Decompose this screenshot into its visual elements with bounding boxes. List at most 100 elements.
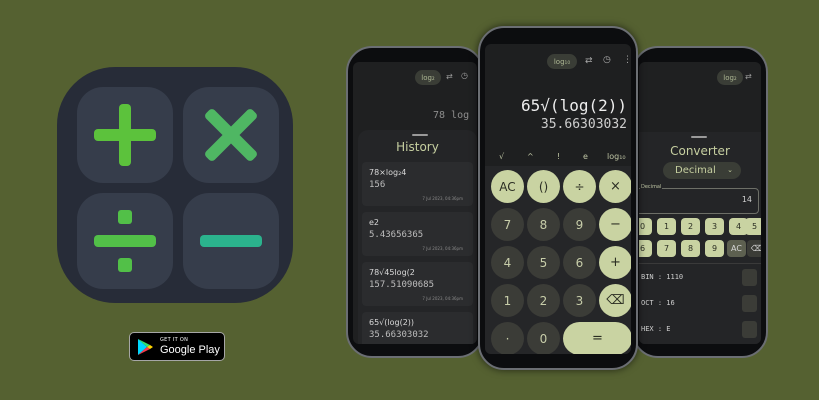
key-0[interactable]: 0 bbox=[527, 322, 560, 354]
history-time: 7 Jul 2023, 04:36pm bbox=[422, 296, 463, 301]
key-label: 7 bbox=[663, 244, 670, 253]
converter-key-backspace[interactable]: ⌫ bbox=[747, 240, 761, 257]
google-play-badge[interactable]: GET IT ON Google Play bbox=[129, 332, 225, 361]
swap-icon[interactable]: ⇄ bbox=[585, 56, 593, 66]
history-item[interactable]: e2 5.43656365 7 Jul 2023, 04:36pm bbox=[362, 212, 473, 256]
display-partial: 78 log bbox=[433, 110, 470, 121]
key-label: 2 bbox=[539, 293, 548, 308]
key-label: 6 bbox=[575, 255, 584, 270]
decimal-point-key[interactable]: · bbox=[491, 322, 524, 354]
converter-key-2[interactable]: 2 bbox=[681, 218, 700, 235]
key-label: 3 bbox=[711, 222, 718, 231]
decimal-field[interactable]: Decimal 14 bbox=[639, 184, 759, 214]
converter-key-1[interactable]: 1 bbox=[657, 218, 676, 235]
log-mode-label: log₂ bbox=[421, 73, 435, 82]
key-7[interactable]: 7 bbox=[491, 208, 524, 241]
converter-key-3[interactable]: 3 bbox=[705, 218, 724, 235]
divide-icon bbox=[77, 193, 173, 289]
key-label: 8 bbox=[687, 244, 694, 253]
copy-icon[interactable] bbox=[742, 295, 757, 312]
key-label: 2 bbox=[687, 222, 694, 231]
converter-key-5[interactable]: 5 bbox=[745, 218, 761, 235]
key-label: 4 bbox=[503, 255, 512, 270]
sqrt-function[interactable]: √ bbox=[499, 152, 504, 161]
bin-row: BIN : 1110 bbox=[639, 268, 761, 288]
key-5[interactable]: 5 bbox=[527, 246, 560, 279]
euler-function[interactable]: e bbox=[583, 152, 588, 161]
bin-label: BIN : 1110 bbox=[641, 273, 684, 281]
more-menu-icon[interactable]: ⋮ bbox=[623, 55, 631, 65]
history-result: 157.51090685 bbox=[369, 280, 435, 290]
key-1[interactable]: 1 bbox=[491, 284, 524, 317]
factorial-function[interactable]: ! bbox=[557, 152, 560, 161]
plus-icon bbox=[77, 87, 173, 183]
key-9[interactable]: 9 bbox=[563, 208, 596, 241]
history-item[interactable]: 65√(log(2)) 35.66303032 bbox=[362, 312, 473, 344]
history-icon[interactable]: ◷ bbox=[461, 71, 468, 80]
base-select[interactable]: Decimal ⌄ bbox=[663, 162, 741, 179]
key-label: 0 bbox=[639, 222, 646, 231]
swap-icon[interactable]: ⇄ bbox=[745, 72, 752, 81]
converter-key-7[interactable]: 7 bbox=[657, 240, 676, 257]
key-label: AC bbox=[499, 179, 516, 194]
divider bbox=[639, 263, 761, 264]
converter-key-6[interactable]: 6 bbox=[639, 240, 652, 257]
key-label: · bbox=[505, 331, 510, 346]
key-label: ⌫ bbox=[606, 293, 625, 308]
copy-icon[interactable] bbox=[742, 321, 757, 338]
key-label: 0 bbox=[539, 331, 548, 346]
key-8[interactable]: 8 bbox=[527, 208, 560, 241]
backspace-button[interactable]: ⌫ bbox=[599, 284, 631, 317]
key-label: + bbox=[610, 255, 621, 270]
decimal-field-value: 14 bbox=[741, 195, 752, 204]
converter-key-0[interactable]: 0 bbox=[639, 218, 652, 235]
multiply-button[interactable]: × bbox=[599, 170, 631, 203]
equals-button[interactable]: = bbox=[563, 322, 631, 354]
log-mode-select[interactable]: log₂ bbox=[717, 70, 743, 85]
result-display: 35.66303032 bbox=[540, 117, 627, 132]
converter-panel: Converter Decimal ⌄ Decimal 14 0 1 2 3 4… bbox=[639, 132, 761, 344]
key-2[interactable]: 2 bbox=[527, 284, 560, 317]
log-mode-label: log₁₀ bbox=[553, 57, 571, 66]
minus-button[interactable]: − bbox=[599, 208, 631, 241]
ac-button[interactable]: AC bbox=[491, 170, 524, 203]
log-mode-select[interactable]: log₂ bbox=[415, 70, 441, 85]
expression-display: 65√(log(2)) bbox=[521, 96, 627, 115]
key-label: 6 bbox=[639, 244, 646, 253]
app-icon bbox=[57, 67, 293, 303]
multiply-icon bbox=[183, 87, 279, 183]
converter-title: Converter bbox=[670, 144, 730, 158]
history-time: 7 Jul 2023, 04:36pm bbox=[422, 196, 463, 201]
key-4[interactable]: 4 bbox=[491, 246, 524, 279]
parentheses-button[interactable]: () bbox=[527, 170, 560, 203]
key-3[interactable]: 3 bbox=[563, 284, 596, 317]
drag-handle[interactable] bbox=[691, 136, 707, 138]
history-result: 5.43656365 bbox=[369, 230, 424, 240]
history-expression: e2 bbox=[369, 218, 380, 227]
history-item[interactable]: 78√45log(2 157.51090685 7 Jul 2023, 04:3… bbox=[362, 262, 473, 306]
drag-handle[interactable] bbox=[412, 134, 428, 136]
key-label: 5 bbox=[539, 255, 548, 270]
keypad: AC () ÷ × 7 8 9 − 4 5 6 + 1 2 3 ⌫ · 0 = bbox=[485, 166, 631, 354]
converter-key-ac[interactable]: AC bbox=[727, 240, 746, 257]
chevron-down-icon: ⌄ bbox=[727, 166, 733, 174]
power-function[interactable]: ^ bbox=[527, 152, 534, 161]
copy-icon[interactable] bbox=[742, 269, 757, 286]
history-item[interactable]: 78×log₂4 156 7 Jul 2023, 04:36pm bbox=[362, 162, 473, 206]
history-time: 7 Jul 2023, 04:36pm bbox=[422, 246, 463, 251]
log-mode-select[interactable]: log₁₀ bbox=[547, 54, 577, 69]
converter-key-8[interactable]: 8 bbox=[681, 240, 700, 257]
key-6[interactable]: 6 bbox=[563, 246, 596, 279]
swap-icon[interactable]: ⇄ bbox=[446, 72, 453, 81]
key-label: 9 bbox=[711, 244, 718, 253]
divide-button[interactable]: ÷ bbox=[563, 170, 596, 203]
log-function[interactable]: log₁₀ bbox=[607, 152, 626, 161]
history-icon[interactable]: ◷ bbox=[603, 55, 611, 65]
phone-history: log₂ ⇄ ◷ 78 log History 78×log₂4 156 7 J… bbox=[346, 46, 484, 358]
minus-icon bbox=[183, 193, 279, 289]
oct-label: OCT : 16 bbox=[641, 299, 675, 307]
plus-button[interactable]: + bbox=[599, 246, 631, 279]
converter-key-9[interactable]: 9 bbox=[705, 240, 724, 257]
key-label: 9 bbox=[575, 217, 584, 232]
key-label: 4 bbox=[735, 222, 742, 231]
